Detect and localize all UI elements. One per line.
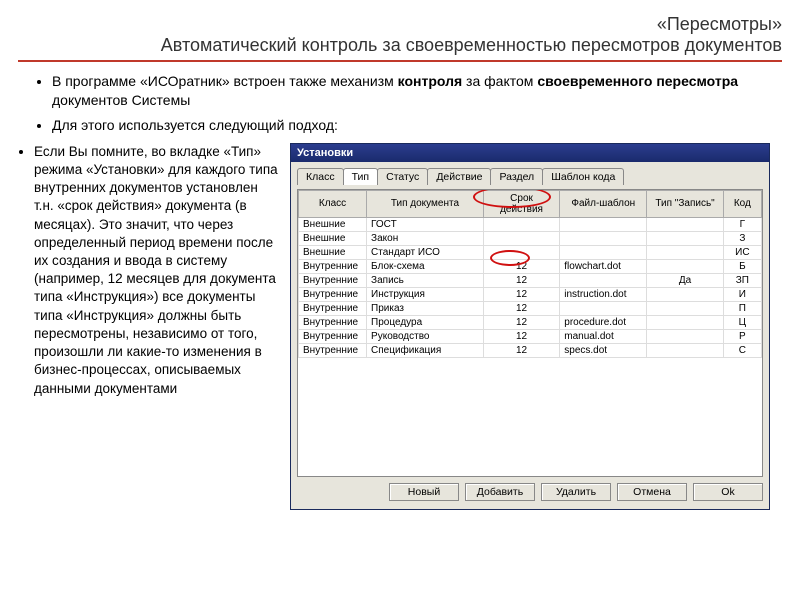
- table-row[interactable]: ВнутренниеСпецификация12specs.dotС: [299, 343, 762, 357]
- table-row[interactable]: ВнутренниеЗапись12ДаЗП: [299, 273, 762, 287]
- col-record-type[interactable]: Тип "Запись": [647, 190, 723, 217]
- slide-suptitle: «Пересмотры»: [18, 14, 782, 35]
- table-row[interactable]: ВнутренниеРуководство12manual.dotР: [299, 329, 762, 343]
- tabs: Класс Тип Статус Действие Раздел Шаблон …: [297, 168, 763, 185]
- tab-class[interactable]: Класс: [297, 168, 344, 185]
- left-paragraph: Если Вы помните, во вкладке «Тип» режима…: [34, 143, 278, 398]
- cancel-button[interactable]: Отмена: [617, 483, 687, 501]
- table-row[interactable]: ВнешниеСтандарт ИСОИС: [299, 245, 762, 259]
- window-title: Установки: [291, 144, 769, 162]
- delete-button[interactable]: Удалить: [541, 483, 611, 501]
- col-code[interactable]: Код: [723, 190, 761, 217]
- table-header-row: Класс Тип документа Срок действия Файл-ш…: [299, 190, 762, 217]
- add-button[interactable]: Добавить: [465, 483, 535, 501]
- new-button[interactable]: Новый: [389, 483, 459, 501]
- bullet-2: Для этого используется следующий подход:: [52, 116, 772, 135]
- col-file-template[interactable]: Файл-шаблон: [560, 190, 647, 217]
- table-row[interactable]: ВнутренниеИнструкция12instruction.dotИ: [299, 287, 762, 301]
- top-bullets: В программе «ИСОратник» встроен также ме…: [32, 72, 782, 135]
- bullet-1: В программе «ИСОратник» встроен также ме…: [52, 72, 772, 110]
- tab-code-template[interactable]: Шаблон кода: [542, 168, 624, 185]
- grid[interactable]: Класс Тип документа Срок действия Файл-ш…: [297, 189, 763, 477]
- col-class[interactable]: Класс: [299, 190, 367, 217]
- col-validity[interactable]: Срок действия: [483, 190, 559, 217]
- table-row[interactable]: ВнутренниеПриказ12П: [299, 301, 762, 315]
- tab-section[interactable]: Раздел: [490, 168, 543, 185]
- table-row[interactable]: ВнешниеГОСТГ: [299, 217, 762, 231]
- tab-status[interactable]: Статус: [377, 168, 428, 185]
- ok-button[interactable]: Ok: [693, 483, 763, 501]
- col-doc-type[interactable]: Тип документа: [367, 190, 484, 217]
- slide-title: Автоматический контроль за своевременнос…: [18, 35, 782, 62]
- table-row[interactable]: ВнутренниеПроцедура12procedure.dotЦ: [299, 315, 762, 329]
- table-row[interactable]: ВнутренниеБлок-схема12flowchart.dotБ: [299, 259, 762, 273]
- settings-window: Установки Класс Тип Статус Действие Разд…: [290, 143, 770, 510]
- tab-action[interactable]: Действие: [427, 168, 491, 185]
- tab-type[interactable]: Тип: [343, 168, 379, 185]
- button-row: Новый Добавить Удалить Отмена Ok: [297, 477, 763, 501]
- table-row[interactable]: ВнешниеЗаконЗ: [299, 231, 762, 245]
